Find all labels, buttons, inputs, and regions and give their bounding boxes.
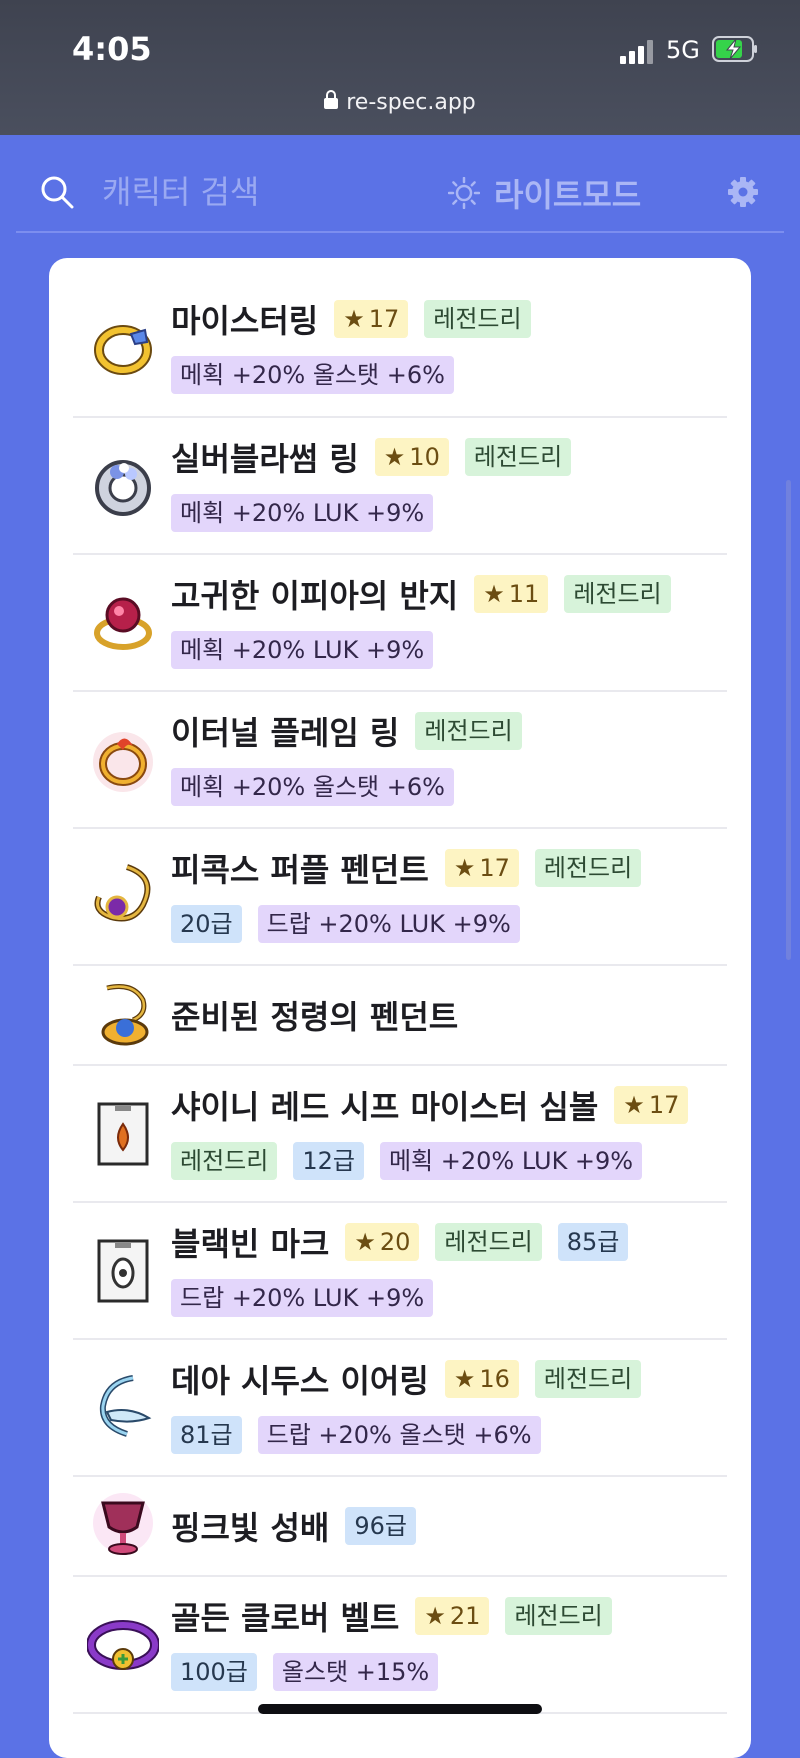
legendary-badge: 레전드리 (534, 1360, 642, 1398)
ifia-ring-icon (94, 597, 152, 650)
star-badge: ★ 10 (374, 438, 449, 476)
star-badge: ★ 20 (345, 1223, 420, 1261)
grade-badge: 85급 (557, 1223, 629, 1261)
legendary-badge: 레전드리 (415, 712, 522, 750)
list-item[interactable]: 핑크빛 성배 96급 (73, 1477, 727, 1577)
item-name: 블랙빈 마크 (171, 1225, 330, 1263)
item-name: 실버블라썸 링 (171, 440, 359, 478)
list-item[interactable]: 준비된 정령의 펜던트 (73, 966, 727, 1066)
battery-icon (712, 36, 757, 62)
sun-icon (448, 177, 480, 209)
item-name: 샤이니 레드 시프 마이스터 심볼 (171, 1088, 599, 1126)
item-name: 준비된 정령의 펜던트 (171, 998, 459, 1036)
grade-badge: 96급 (345, 1507, 416, 1545)
lock-icon (324, 90, 339, 109)
purple-pendant-icon (94, 864, 151, 922)
list-item[interactable]: 실버블라썸 링 ★ 10 레전드리 메획 +20% LUK +9% (73, 418, 727, 555)
meister-symbol-icon (97, 1102, 149, 1166)
grade-badge: 12급 (293, 1142, 364, 1180)
app-bar: 라이트모드 (0, 135, 800, 235)
list-item[interactable]: 샤이니 레드 시프 마이스터 심볼 ★ 17 레전드리 12급 메획 +20% L… (73, 1066, 727, 1203)
potential-badge: 메획 +20% 올스탯 +6% (171, 356, 454, 394)
legendary-badge: 레전드리 (564, 575, 671, 613)
pink-chalice-icon (93, 1493, 153, 1555)
gear-icon[interactable] (726, 175, 760, 209)
legendary-badge: 레전드리 (534, 849, 642, 887)
item-name: 골든 클로버 벨트 (171, 1599, 400, 1637)
search-icon[interactable] (40, 175, 74, 209)
clock: 4:05 (72, 30, 152, 68)
url-text: re-spec.app (346, 90, 476, 115)
potential-badge: 메획 +20% LUK +9% (171, 494, 434, 532)
list-item[interactable]: 이터널 플레임 링 레전드리 메획 +20% 올스탯 +6% (73, 692, 727, 829)
search-input[interactable] (100, 169, 424, 215)
list-item[interactable]: 고귀한 이피아의 반지 ★ 11 레전드리 메획 +20% LUK +9% (73, 555, 727, 692)
list-item[interactable]: 골든 클로버 벨트 ★ 21 레전드리 100급 올스탯 +15% (73, 1577, 727, 1714)
star-badge: ★ 16 (444, 1360, 519, 1398)
legendary-badge: 레전드리 (171, 1142, 278, 1180)
scrollbar[interactable] (786, 480, 791, 960)
dea-sidus-earring-icon (99, 1375, 152, 1437)
item-name: 피콕스 퍼플 펜던트 (171, 851, 429, 889)
item-name: 데아 시두스 이어링 (171, 1362, 429, 1400)
grade-badge: 20급 (171, 905, 242, 943)
golden-clover-belt-icon (87, 1620, 159, 1670)
legendary-badge: 레전드리 (505, 1597, 612, 1635)
potential-badge: 올스탯 +15% (272, 1653, 439, 1691)
legendary-badge: 레전드리 (435, 1223, 542, 1261)
home-indicator[interactable] (258, 1704, 542, 1714)
address-bar[interactable]: re-spec.app (0, 90, 800, 115)
item-name: 핑크빛 성배 (171, 1509, 330, 1547)
potential-badge: 드랍 +20% LUK +9% (257, 905, 520, 943)
item-name: 고귀한 이피아의 반지 (171, 577, 459, 615)
header-divider (16, 231, 784, 233)
star-badge: ★ 17 (614, 1086, 689, 1124)
item-name: 마이스터링 (171, 302, 319, 340)
list-item[interactable]: 블랙빈 마크 ★ 20 레전드리 85급 드랍 +20% LUK +9% (73, 1203, 727, 1340)
potential-badge: 드랍 +20% 올스탯 +6% (257, 1416, 541, 1454)
grade-badge: 100급 (171, 1653, 257, 1691)
silver-blossom-ring-icon (95, 460, 151, 516)
potential-badge: 메획 +20% 올스탯 +6% (171, 768, 454, 806)
eternal-flame-ring-icon (93, 732, 153, 792)
mode-label: 라이트모드 (494, 176, 642, 214)
network-type: 5G (666, 36, 700, 64)
blackbean-mark-icon (97, 1239, 149, 1303)
meister-ring-icon (94, 325, 152, 375)
list-item[interactable]: 마이스터링 ★ 17 레전드리 메획 +20% 올스탯 +6% (73, 268, 727, 418)
list-item[interactable]: 피콕스 퍼플 펜던트 ★ 17 레전드리 20급 드랍 +20% LUK +9% (73, 829, 727, 966)
potential-badge: 메획 +20% LUK +9% (171, 631, 434, 669)
signal-icon (620, 40, 656, 64)
star-badge: ★ 21 (415, 1597, 490, 1635)
star-badge: ★ 11 (474, 575, 549, 613)
potential-badge: 드랍 +20% LUK +9% (171, 1279, 434, 1317)
equipment-list: 마이스터링 ★ 17 레전드리 메획 +20% 올스탯 +6% 실버블라썸 링 ★… (49, 258, 751, 1758)
star-badge: ★ 17 (444, 849, 519, 887)
status-bar: 4:05 5G re-spec.app (0, 0, 800, 135)
potential-badge: 메획 +20% LUK +9% (379, 1142, 643, 1180)
list-item[interactable]: 데아 시두스 이어링 ★ 16 레전드리 81급 드랍 +20% 올스탯 +6% (73, 1340, 727, 1477)
light-mode-toggle[interactable]: 라이트모드 (448, 171, 641, 215)
legendary-badge: 레전드리 (424, 300, 531, 338)
legendary-badge: 레전드리 (464, 438, 572, 476)
spirit-pendant-icon (101, 984, 149, 1046)
star-badge: ★ 17 (334, 300, 409, 338)
grade-badge: 81급 (171, 1416, 242, 1454)
item-name: 이터널 플레임 링 (171, 714, 400, 752)
